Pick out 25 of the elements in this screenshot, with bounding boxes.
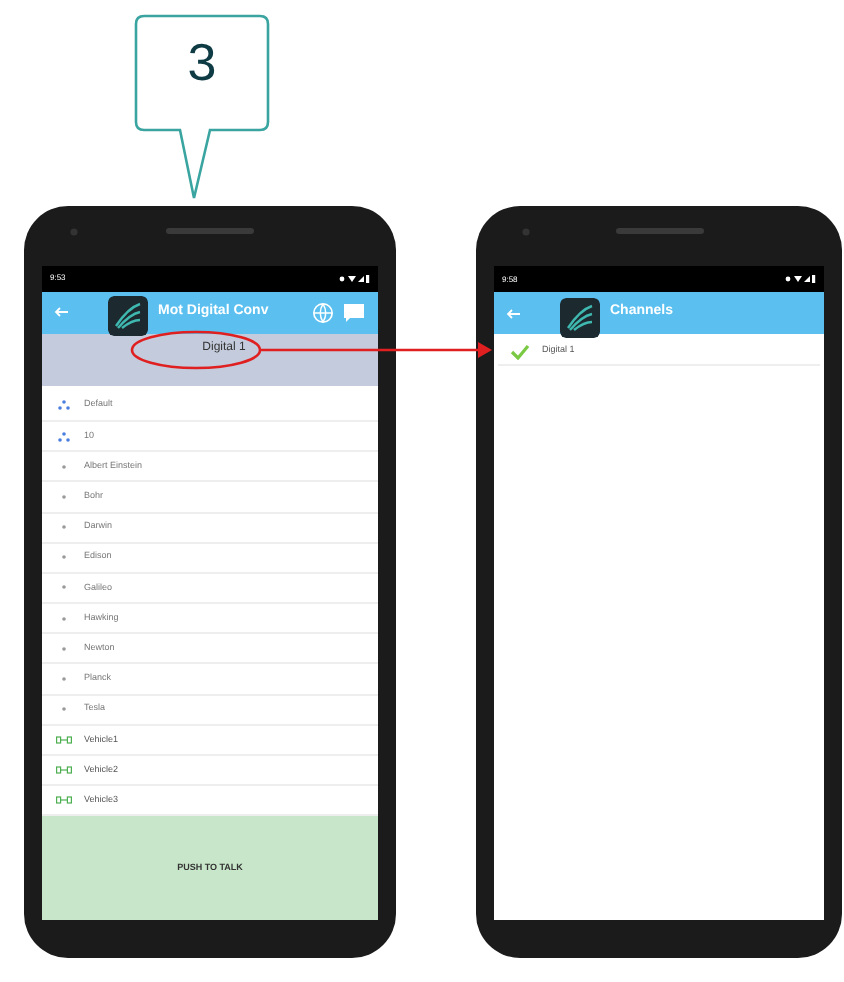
checkmark-icon xyxy=(510,343,530,359)
dot-icon xyxy=(57,461,69,472)
dot-icon xyxy=(57,582,69,593)
step-number: 3 xyxy=(185,36,219,88)
dot-icon xyxy=(57,552,69,563)
app-logo-icon xyxy=(108,296,148,337)
dot-icon xyxy=(57,704,69,715)
group-icon xyxy=(57,431,69,442)
dot-icon xyxy=(57,613,69,624)
highlight-ellipse xyxy=(130,330,262,370)
dot-icon xyxy=(57,522,69,533)
status-icons xyxy=(784,274,816,284)
back-arrow-icon[interactable] xyxy=(506,307,522,319)
status-icons xyxy=(338,273,370,284)
globe-icon[interactable] xyxy=(312,301,334,324)
vehicle-icon xyxy=(55,796,71,805)
dot-icon xyxy=(57,643,69,654)
back-arrow-icon[interactable] xyxy=(54,306,70,319)
dot-icon xyxy=(57,674,69,685)
group-icon xyxy=(57,400,69,411)
vehicle-icon xyxy=(55,735,71,744)
chat-icon[interactable] xyxy=(342,301,366,324)
dot-icon xyxy=(57,491,69,502)
vehicle-icon xyxy=(55,766,71,775)
app-logo-icon xyxy=(560,297,600,337)
